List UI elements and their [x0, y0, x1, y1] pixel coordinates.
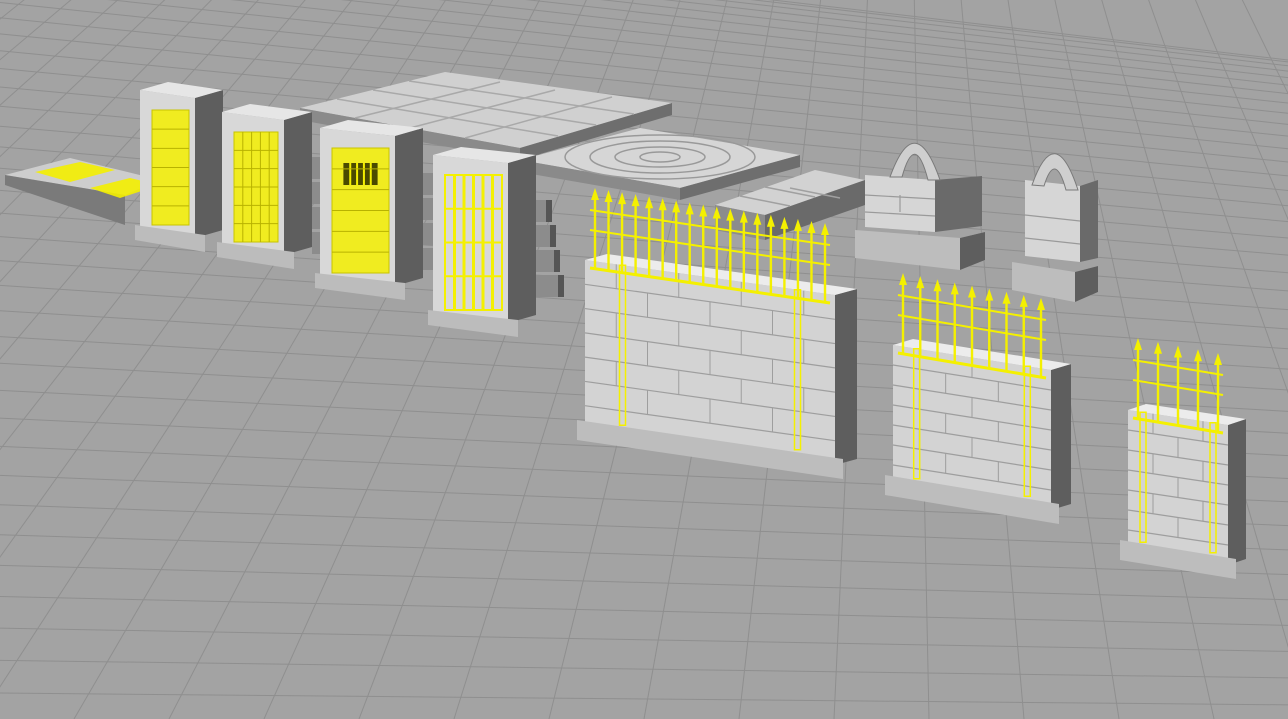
door-selection-wireframe — [233, 131, 279, 243]
door-selection-wireframe — [444, 174, 503, 311]
door-selection-wireframe — [331, 147, 390, 274]
door-selection-wireframe — [151, 109, 190, 226]
3d-viewport[interactable] — [0, 0, 1288, 719]
viewport-canvas[interactable] — [0, 0, 1288, 719]
